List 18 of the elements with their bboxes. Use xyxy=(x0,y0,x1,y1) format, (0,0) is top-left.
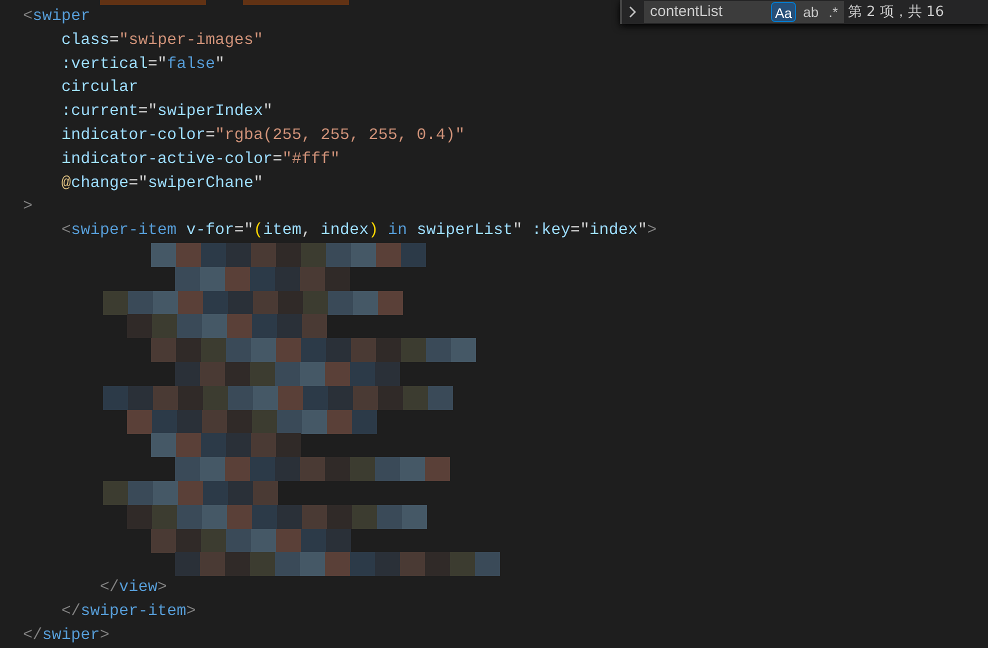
code-line: class="swiper-images" xyxy=(60,30,264,49)
match-count: 第 2 项，共 16 xyxy=(848,2,944,22)
code-line: :current="swiperIndex" xyxy=(60,102,273,120)
code-line: > xyxy=(23,197,33,216)
code-line: @change="swiperChane" xyxy=(60,174,264,192)
code-line: :vertical="false" xyxy=(60,54,225,73)
code-line: <swiper-item v-for="(item, index) in swiperList" :key="index"> xyxy=(60,221,657,240)
match-option-button[interactable]: ab xyxy=(800,2,822,22)
code-line: indicator-active-color="#fff" xyxy=(60,150,340,168)
code-line: </swiper-item> xyxy=(60,602,196,620)
match-option-button[interactable]: Aa xyxy=(770,2,796,22)
code-line: indicator-color="rgba(255, 255, 255, 0.4)" xyxy=(60,126,465,144)
code-line: <swiper xyxy=(23,7,90,25)
code-line: </swiper> xyxy=(23,626,110,644)
code-line: </view> xyxy=(98,578,168,596)
code-line: circular xyxy=(60,78,138,96)
match-option-button[interactable]: .* xyxy=(826,2,841,22)
find-input[interactable]: contentList Aa ab .* xyxy=(644,1,844,23)
